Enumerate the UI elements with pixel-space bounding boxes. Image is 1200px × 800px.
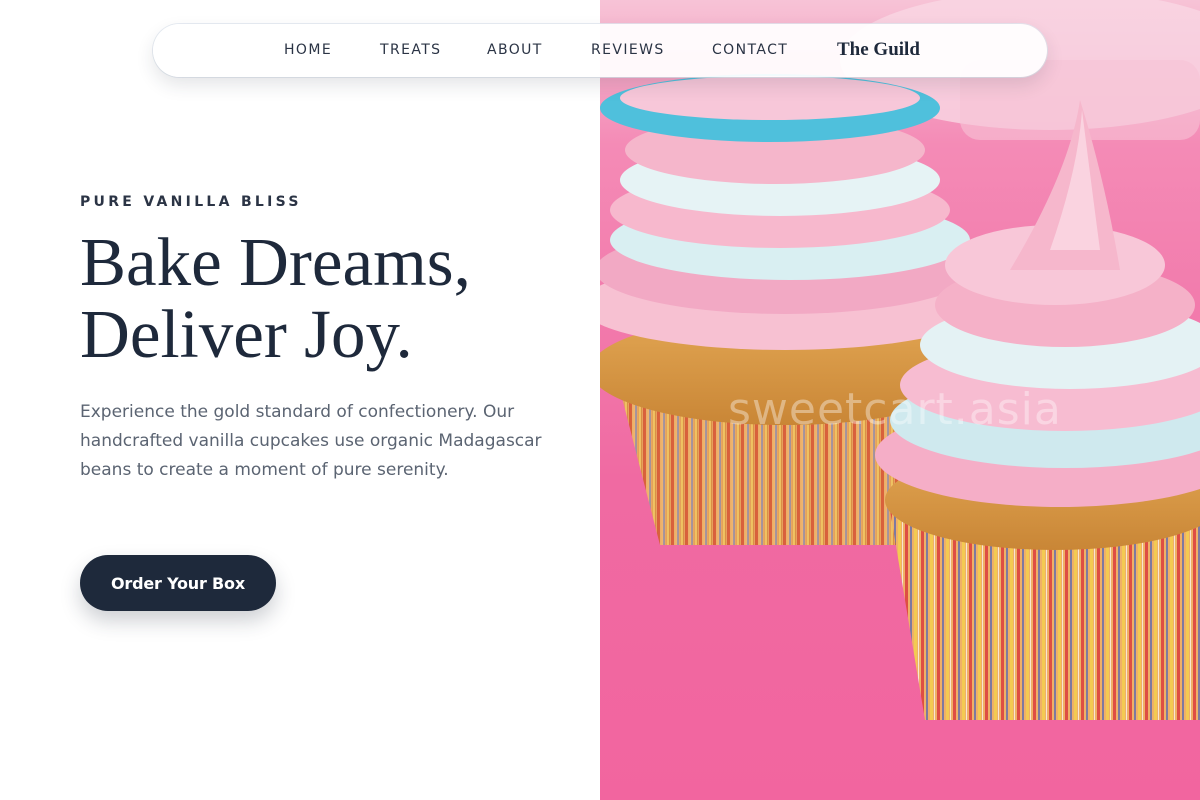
hero-headline-line-1: Bake Dreams, (80, 224, 471, 300)
hero-description: Experience the gold standard of confecti… (80, 402, 542, 480)
top-navigation: HOME TREATS ABOUT REVIEWS CONTACT The Gu… (153, 24, 1047, 77)
nav-item-reviews[interactable]: REVIEWS (591, 24, 665, 77)
nav-item-treats[interactable]: TREATS (380, 24, 441, 77)
nav-brand[interactable]: The Guild (837, 24, 920, 77)
hero-eyebrow: PURE VANILLA BLISS (80, 194, 302, 210)
nav-item-contact[interactable]: CONTACT (712, 24, 788, 77)
order-box-button[interactable]: Order Your Box (80, 555, 276, 611)
watermark-text: sweetcart.asia (728, 384, 1062, 435)
hero-headline: Bake Dreams, Deliver Joy. (80, 226, 471, 370)
nav-item-home[interactable]: HOME (284, 24, 332, 77)
nav-item-about[interactable]: ABOUT (487, 24, 543, 77)
hero-cupcake-image: sweetcart.asia (600, 0, 1200, 800)
landing-page: sweetcart.asia HOME TREATS ABOUT REVIEWS… (0, 0, 1200, 800)
nav-list: HOME TREATS ABOUT REVIEWS CONTACT The Gu… (153, 24, 1047, 77)
hero-headline-line-2: Deliver Joy. (80, 296, 413, 372)
